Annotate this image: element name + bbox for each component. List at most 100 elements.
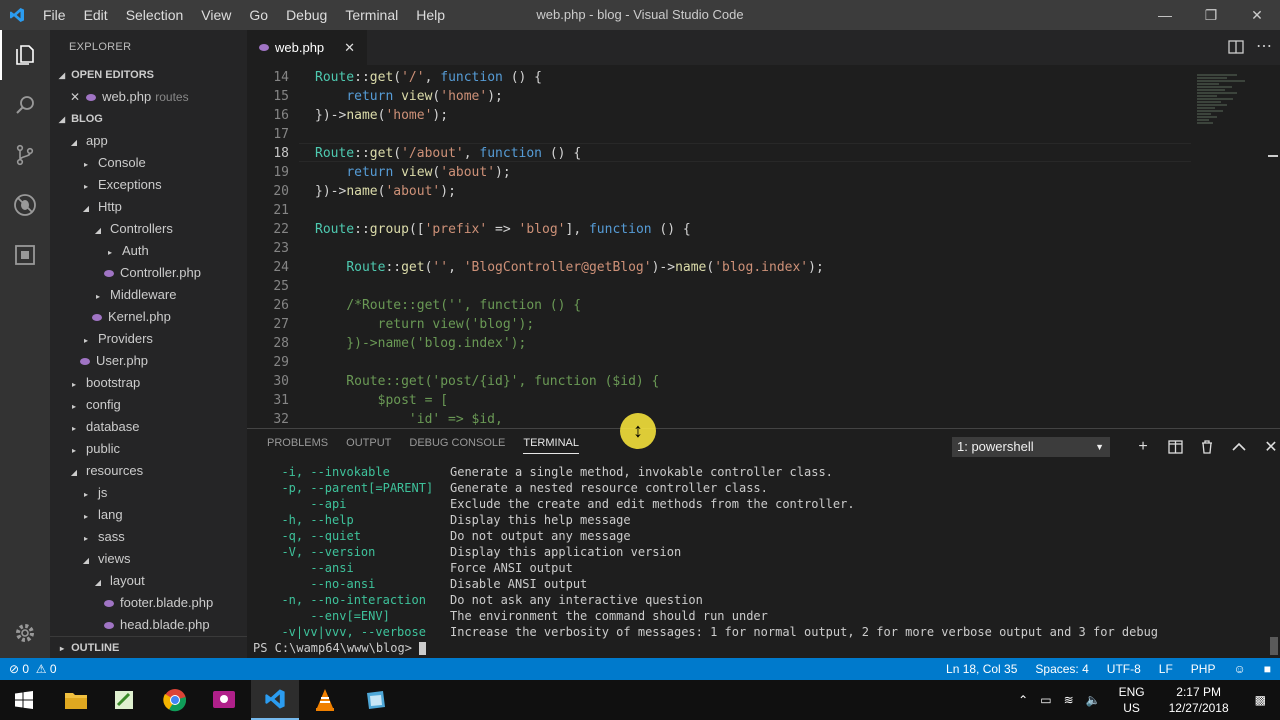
indentation[interactable]: Spaces: 4	[1026, 658, 1097, 680]
tree-item[interactable]: footer.blade.php	[50, 592, 247, 614]
tree-item[interactable]: ▸ Console	[50, 152, 247, 174]
chevron-right-icon: ▸	[71, 446, 76, 455]
battery-icon[interactable]: ▭	[1034, 693, 1057, 707]
panel-tab-terminal[interactable]: TERMINAL	[523, 437, 579, 454]
source-control-icon[interactable]	[0, 130, 50, 180]
action-center-icon[interactable]: ▩	[1241, 693, 1280, 707]
panel-tab-output[interactable]: OUTPUT	[346, 437, 391, 454]
minimize-icon[interactable]: —	[1142, 0, 1188, 30]
notepad-plus-icon[interactable]	[100, 680, 148, 720]
tree-item[interactable]: ◢ layout	[50, 570, 247, 592]
debug-icon[interactable]	[0, 180, 50, 230]
menu-debug[interactable]: Debug	[277, 0, 336, 30]
tree-item[interactable]: ▸ bootstrap	[50, 372, 247, 394]
chrome-icon[interactable]	[151, 680, 199, 720]
option-description: Generate a single method, invokable cont…	[450, 465, 833, 479]
tree-item[interactable]: ▸ js	[50, 482, 247, 504]
terminal-scrollbar[interactable]	[1270, 637, 1278, 655]
close-panel-icon[interactable]: ✕	[1255, 436, 1280, 458]
files-icon[interactable]	[0, 30, 50, 80]
panel-tab-problems[interactable]: PROBLEMS	[267, 437, 328, 454]
network-icon[interactable]: ≋	[1058, 693, 1080, 707]
tree-item[interactable]: ◢ app	[50, 130, 247, 152]
extensions-icon[interactable]	[0, 230, 50, 280]
split-editor-icon[interactable]	[1228, 39, 1244, 60]
restore-icon[interactable]: ❐	[1188, 0, 1234, 30]
menu-file[interactable]: File	[34, 0, 75, 30]
terminal-output[interactable]: -i, --invokable Generate a single method,…	[253, 464, 1158, 656]
tree-item[interactable]: ◢ resources	[50, 460, 247, 482]
windows-start-icon[interactable]	[0, 680, 48, 720]
tab-web-php[interactable]: web.php ✕	[247, 30, 367, 65]
plus-icon[interactable]: +	[1127, 436, 1159, 458]
menu-terminal[interactable]: Terminal	[336, 0, 407, 30]
close-tab-icon[interactable]: ✕	[344, 40, 355, 56]
tree-item[interactable]: ▸ Auth	[50, 240, 247, 262]
trash-icon[interactable]	[1191, 436, 1223, 458]
cursor-position[interactable]: Ln 18, Col 35	[937, 658, 1026, 680]
tree-item-label: config	[86, 397, 121, 412]
tree-item[interactable]: head.blade.php	[50, 614, 247, 636]
tree-item[interactable]: ▸ database	[50, 416, 247, 438]
tree-item[interactable]: Kernel.php	[50, 306, 247, 328]
shell-select[interactable]: 1: powershell ▼	[952, 437, 1110, 457]
code-token: 'BlogController@getBlog'	[463, 260, 652, 275]
close-icon[interactable]: ✕	[1234, 0, 1280, 30]
option-description: Disable ANSI output	[450, 577, 588, 591]
line-ending[interactable]: LF	[1150, 658, 1182, 680]
chevron-up-icon[interactable]	[1223, 436, 1255, 458]
settings-icon[interactable]	[0, 608, 50, 658]
tree-item[interactable]: ▸ sass	[50, 526, 247, 548]
chevron-right-icon: ▸	[71, 424, 76, 433]
project-header[interactable]: ◢ BLOG	[50, 108, 247, 130]
php-file-icon	[104, 270, 114, 278]
menu-go[interactable]: Go	[240, 0, 277, 30]
file-explorer-icon[interactable]	[52, 680, 100, 720]
language-mode[interactable]: PHP	[1182, 658, 1225, 680]
problems-indicator[interactable]: ⊘ 0 ⚠ 0	[9, 658, 57, 680]
tree-item[interactable]: ▸ Middleware	[50, 284, 247, 306]
volume-icon[interactable]: 🔈	[1080, 693, 1107, 707]
tree-item[interactable]: ▸ Providers	[50, 328, 247, 350]
tree-item[interactable]: ◢ Controllers	[50, 218, 247, 240]
app-icon[interactable]	[351, 680, 399, 720]
code-line: 20})->name('about');	[247, 182, 1191, 201]
tree-item[interactable]: ▸ Exceptions	[50, 174, 247, 196]
tree-item[interactable]: ▸ lang	[50, 504, 247, 526]
clock[interactable]: 2:17 PM 12/27/2018	[1169, 684, 1229, 716]
close-icon[interactable]: ✕	[70, 90, 80, 104]
line-number: 30	[273, 374, 289, 389]
open-editors-header[interactable]: ◢ OPEN EDITORS	[50, 64, 247, 86]
input-language[interactable]: ENG US	[1119, 684, 1145, 716]
minimap[interactable]	[1191, 65, 1271, 427]
more-actions-icon[interactable]: ⋯	[1256, 36, 1272, 56]
notifications-icon[interactable]: ■	[1255, 658, 1280, 680]
code-token: })->	[315, 184, 347, 199]
tree-item[interactable]: ◢ views	[50, 548, 247, 570]
vscode-taskbar-icon[interactable]	[251, 680, 299, 720]
split-terminal-icon[interactable]	[1159, 436, 1191, 458]
tree-item[interactable]: ▸ config	[50, 394, 247, 416]
menu-view[interactable]: View	[192, 0, 240, 30]
php-file-icon	[104, 600, 114, 608]
open-editor-item[interactable]: ✕ web.php routes	[50, 86, 247, 108]
outline-header[interactable]: ▸ OUTLINE	[50, 636, 247, 658]
feedback-icon[interactable]: ☺	[1224, 658, 1254, 680]
tree-item[interactable]: User.php	[50, 350, 247, 372]
tree-item[interactable]: ▸ public	[50, 438, 247, 460]
code-editor[interactable]: 14 Route::get('/', function () {15 return…	[247, 65, 1280, 427]
code-token: get	[401, 260, 425, 275]
chevron-up-icon[interactable]: ⌃	[1012, 693, 1034, 707]
menu-edit[interactable]: Edit	[75, 0, 117, 30]
code-line: 32 'id' => $id,	[247, 410, 1191, 427]
tree-item[interactable]: ◢ Http	[50, 196, 247, 218]
terminal-prompt[interactable]: PS C:\wamp64\www\blog>	[253, 640, 1158, 656]
screen-recorder-icon[interactable]	[200, 680, 248, 720]
search-icon[interactable]	[0, 80, 50, 130]
panel-tab-debug-console[interactable]: DEBUG CONSOLE	[409, 437, 505, 454]
menu-help[interactable]: Help	[407, 0, 454, 30]
vlc-icon[interactable]	[301, 680, 349, 720]
menu-selection[interactable]: Selection	[117, 0, 193, 30]
tree-item[interactable]: Controller.php	[50, 262, 247, 284]
encoding[interactable]: UTF-8	[1098, 658, 1150, 680]
